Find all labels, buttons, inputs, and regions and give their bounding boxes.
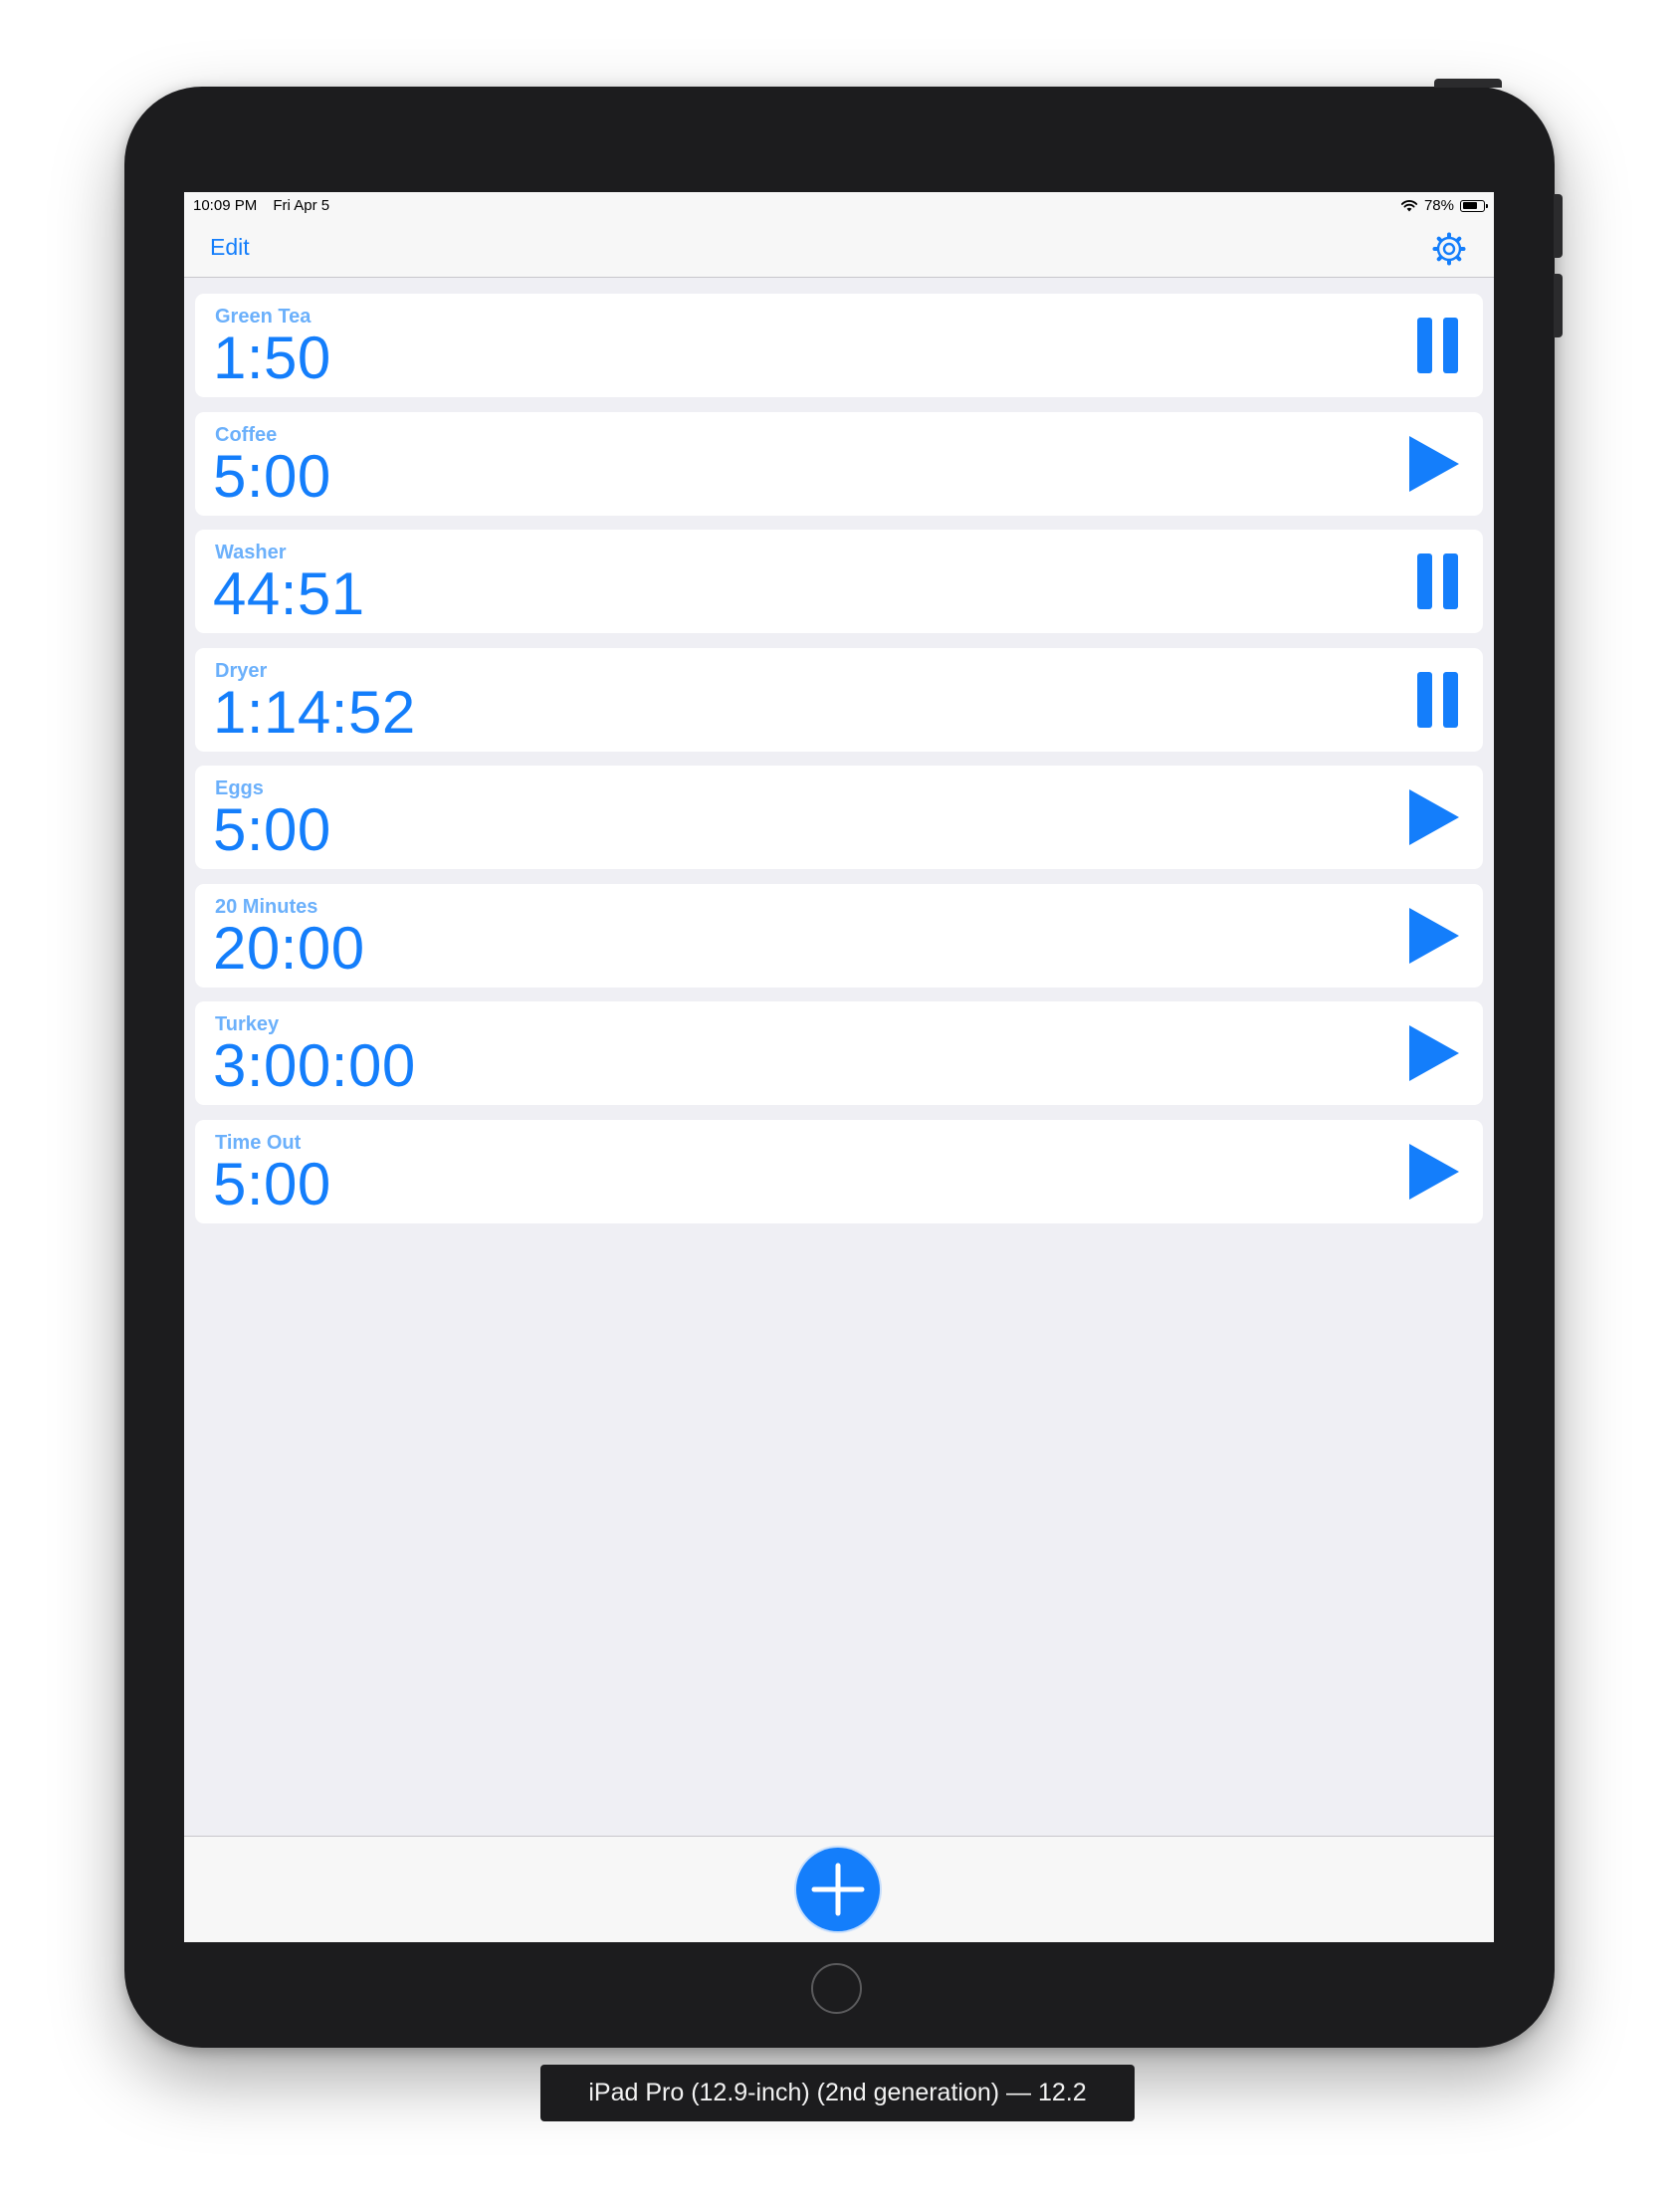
battery-percent: 78%: [1423, 197, 1454, 214]
timer-row[interactable]: Time Out 5:00: [195, 1119, 1483, 1223]
play-icon: [1409, 435, 1459, 492]
simulator-device-label: iPad Pro (12.9-inch) (2nd generation) — …: [540, 2065, 1135, 2121]
timer-time: 44:51: [213, 560, 365, 627]
volume-down-button: [1554, 274, 1563, 337]
play-button[interactable]: [1403, 906, 1463, 966]
play-button[interactable]: [1403, 1023, 1463, 1083]
plus-icon: [811, 1863, 865, 1916]
home-button[interactable]: [811, 1963, 862, 2014]
battery-fill: [1462, 202, 1478, 209]
pause-button[interactable]: [1403, 316, 1463, 375]
screen: 10:09 PM Fri Apr 5 78% Edit Green Tea 1:…: [184, 192, 1494, 1942]
timer-row[interactable]: 20 Minutes 20:00: [195, 883, 1483, 988]
bottom-toolbar: [184, 1836, 1494, 1942]
pause-button[interactable]: [1403, 670, 1463, 730]
timer-time: 1:50: [213, 325, 331, 391]
status-time: 10:09 PM: [193, 197, 258, 214]
timer-time: 5:00: [213, 1150, 331, 1217]
timer-row[interactable]: Turkey 3:00:00: [195, 1001, 1483, 1105]
pause-icon: [1403, 552, 1463, 611]
gear-icon[interactable]: [1432, 232, 1466, 266]
play-button[interactable]: [1403, 434, 1463, 494]
timer-time: 20:00: [213, 914, 365, 982]
timer-row[interactable]: Washer 44:51: [195, 530, 1483, 633]
timer-row[interactable]: Coffee 5:00: [195, 411, 1483, 516]
pause-button[interactable]: [1403, 552, 1463, 611]
add-timer-button[interactable]: [796, 1848, 880, 1931]
play-icon: [1409, 1025, 1459, 1081]
navigation-bar: Edit: [184, 220, 1494, 278]
play-button[interactable]: [1403, 1142, 1463, 1202]
timer-list: Green Tea 1:50 Coffee 5:00 Washer 44:51 Dryer 1…: [195, 294, 1483, 1237]
timer-time: 5:00: [213, 796, 331, 863]
timer-time: 3:00:00: [213, 1032, 416, 1099]
play-icon: [1409, 789, 1459, 845]
power-button: [1434, 79, 1502, 88]
timer-row[interactable]: Eggs 5:00: [195, 766, 1483, 869]
pause-icon: [1403, 670, 1463, 730]
status-date: Fri Apr 5: [273, 197, 330, 214]
play-button[interactable]: [1403, 787, 1463, 847]
play-icon: [1409, 907, 1459, 964]
play-icon: [1409, 1143, 1459, 1200]
status-bar: 10:09 PM Fri Apr 5 78%: [184, 192, 1494, 220]
timer-row[interactable]: Dryer 1:14:52: [195, 647, 1483, 752]
timer-time: 5:00: [213, 442, 331, 510]
volume-up-button: [1554, 194, 1563, 258]
wifi-icon: [1400, 200, 1418, 212]
edit-button[interactable]: Edit: [210, 234, 250, 261]
pause-icon: [1403, 316, 1463, 375]
timer-row[interactable]: Green Tea 1:50: [195, 294, 1483, 397]
battery-icon: [1460, 199, 1488, 212]
timer-time: 1:14:52: [213, 678, 416, 746]
